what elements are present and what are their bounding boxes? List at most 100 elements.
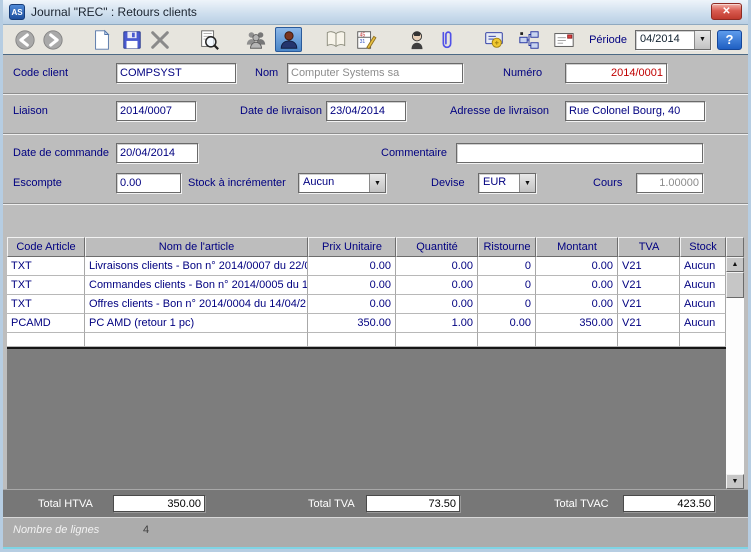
table-row[interactable]: PCAMD PC AMD (retour 1 pc) 350.00 1.00 0… — [7, 314, 726, 333]
catalog-button[interactable] — [322, 27, 349, 52]
agenda-button[interactable]: 4531 — [352, 27, 379, 52]
cell-tva[interactable]: V21 — [618, 295, 680, 314]
cell-nom[interactable]: PC AMD (retour 1 pc) — [85, 314, 308, 333]
table-row[interactable]: TXT Livraisons clients - Bon n° 2014/000… — [7, 257, 726, 276]
cell-code[interactable]: TXT — [7, 276, 85, 295]
cell-stock[interactable]: Aucun — [680, 257, 726, 276]
client-button[interactable] — [275, 27, 302, 52]
person-button[interactable] — [403, 27, 430, 52]
forward-button[interactable] — [39, 27, 66, 52]
table-row[interactable]: TXT Commandes clients - Bon n° 2014/0005… — [7, 276, 726, 295]
cell-prix[interactable]: 0.00 — [308, 257, 396, 276]
attachment-button[interactable] — [433, 27, 460, 52]
nom-input — [287, 63, 463, 83]
date-livraison-input[interactable] — [326, 101, 406, 121]
cell-montant[interactable]: 0.00 — [536, 295, 618, 314]
close-button[interactable]: ✕ — [711, 3, 742, 20]
cell-code[interactable]: TXT — [7, 257, 85, 276]
structure-button[interactable] — [515, 27, 542, 52]
cell-montant[interactable]: 350.00 — [536, 314, 618, 333]
cell-empty[interactable] — [7, 333, 85, 347]
cell-empty[interactable] — [308, 333, 396, 347]
devise-dropdown-button[interactable]: ▼ — [519, 174, 535, 192]
cash-register-button[interactable] — [480, 27, 507, 52]
cell-nom[interactable]: Livraisons clients - Bon n° 2014/0007 du… — [85, 257, 308, 276]
cell-tva[interactable]: V21 — [618, 257, 680, 276]
preview-button[interactable] — [195, 27, 222, 52]
cell-empty[interactable] — [536, 333, 618, 347]
col-header-tva[interactable]: TVA — [618, 237, 680, 257]
liaison-input[interactable] — [116, 101, 196, 121]
cell-montant[interactable]: 0.00 — [536, 257, 618, 276]
scroll-down-button[interactable]: ▼ — [726, 474, 744, 489]
cell-code[interactable]: PCAMD — [7, 314, 85, 333]
scrollbar-thumb[interactable] — [726, 272, 744, 298]
col-header-prix-unitaire[interactable]: Prix Unitaire — [308, 237, 396, 257]
lines-grid: Code Article Nom de l'article Prix Unita… — [7, 237, 726, 489]
table-row-empty[interactable] — [7, 333, 726, 347]
cours-input — [636, 173, 703, 193]
divider — [3, 93, 748, 95]
cell-montant[interactable]: 0.00 — [536, 276, 618, 295]
cell-empty[interactable] — [85, 333, 308, 347]
date-commande-input[interactable] — [116, 143, 198, 163]
commentaire-input[interactable] — [456, 143, 703, 163]
cell-tva[interactable]: V21 — [618, 276, 680, 295]
stock-incrementer-combobox[interactable]: Aucun ▼ — [298, 173, 386, 193]
escompte-input[interactable] — [116, 173, 181, 193]
cell-quantite[interactable]: 0.00 — [396, 276, 478, 295]
col-header-nom-article[interactable]: Nom de l'article — [85, 237, 308, 257]
cell-quantite[interactable]: 0.00 — [396, 257, 478, 276]
cell-prix[interactable]: 0.00 — [308, 276, 396, 295]
cell-empty[interactable] — [618, 333, 680, 347]
cell-prix[interactable]: 350.00 — [308, 314, 396, 333]
col-header-montant[interactable]: Montant — [536, 237, 618, 257]
contacts-group-icon — [245, 29, 267, 51]
cell-tva[interactable]: V21 — [618, 314, 680, 333]
document-header-form: Code client Nom Numéro Liaison Date de l… — [3, 55, 748, 237]
period-combobox[interactable]: 04/2014 ▼ — [635, 30, 711, 50]
help-icon: ? — [726, 32, 734, 47]
table-row[interactable]: TXT Offres clients - Bon n° 2014/0004 du… — [7, 295, 726, 314]
stock-dropdown-button[interactable]: ▼ — [369, 174, 385, 192]
scrollbar-header-cell — [726, 237, 744, 257]
cell-ristourne[interactable]: 0 — [478, 276, 536, 295]
cell-empty[interactable] — [680, 333, 726, 347]
cell-quantite[interactable]: 0.00 — [396, 295, 478, 314]
cell-nom[interactable]: Commandes clients - Bon n° 2014/0005 du … — [85, 276, 308, 295]
cell-ristourne[interactable]: 0 — [478, 257, 536, 276]
mail-button[interactable] — [550, 27, 577, 52]
col-header-code-article[interactable]: Code Article — [7, 237, 85, 257]
cours-label: Cours — [593, 177, 622, 189]
cell-empty[interactable] — [396, 333, 478, 347]
adresse-livraison-input[interactable] — [565, 101, 705, 121]
catalog-book-icon — [325, 29, 347, 51]
cell-stock[interactable]: Aucun — [680, 276, 726, 295]
help-button[interactable]: ? — [717, 30, 742, 50]
cell-stock[interactable]: Aucun — [680, 295, 726, 314]
col-header-quantite[interactable]: Quantité — [396, 237, 478, 257]
scroll-down-icon: ▼ — [732, 478, 739, 485]
cell-ristourne[interactable]: 0.00 — [478, 314, 536, 333]
cell-code[interactable]: TXT — [7, 295, 85, 314]
delete-button[interactable] — [146, 27, 173, 52]
numero-input[interactable] — [565, 63, 667, 83]
scrollbar-track[interactable] — [726, 298, 744, 474]
cell-ristourne[interactable]: 0 — [478, 295, 536, 314]
cell-empty[interactable] — [478, 333, 536, 347]
code-client-input[interactable] — [116, 63, 236, 83]
col-header-ristourne[interactable]: Ristourne — [478, 237, 536, 257]
devise-combobox[interactable]: EUR ▼ — [478, 173, 536, 193]
back-button[interactable] — [11, 27, 38, 52]
vertical-scrollbar[interactable]: ▲ ▼ — [726, 237, 744, 489]
cell-quantite[interactable]: 1.00 — [396, 314, 478, 333]
cell-nom[interactable]: Offres clients - Bon n° 2014/0004 du 14/… — [85, 295, 308, 314]
cell-stock[interactable]: Aucun — [680, 314, 726, 333]
period-dropdown-button[interactable]: ▼ — [694, 31, 710, 49]
scroll-up-button[interactable]: ▲ — [726, 257, 744, 272]
cell-prix[interactable]: 0.00 — [308, 295, 396, 314]
new-document-button[interactable] — [88, 27, 115, 52]
contacts-button[interactable] — [242, 27, 269, 52]
save-button[interactable] — [118, 27, 145, 52]
col-header-stock[interactable]: Stock — [680, 237, 726, 257]
